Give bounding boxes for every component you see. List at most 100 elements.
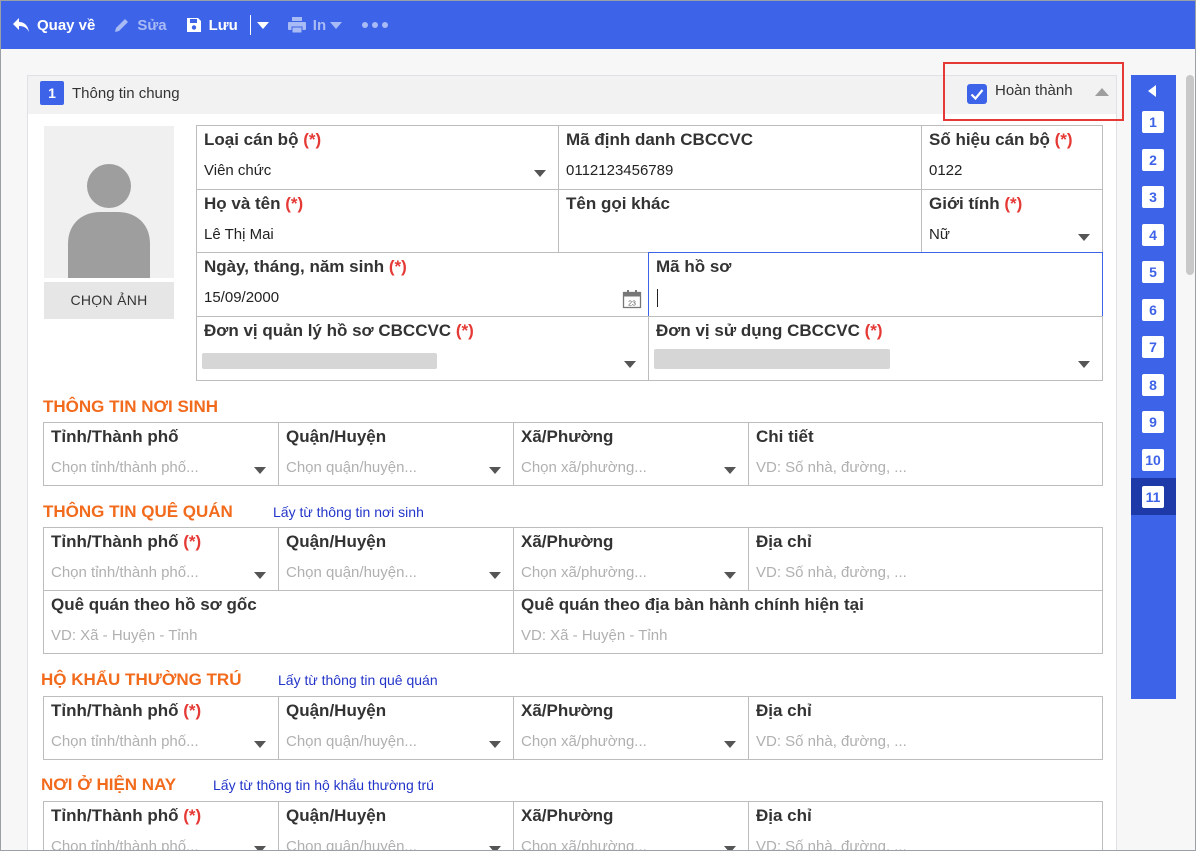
section-nav-item[interactable]: 11 xyxy=(1131,478,1176,515)
section-nav-item[interactable]: 4 xyxy=(1131,216,1176,253)
required-mark: (*) xyxy=(1004,194,1023,213)
current-district-field[interactable]: Quận/Huyện Chọn quận/huyện... xyxy=(278,801,514,851)
current-province-field[interactable]: Tỉnh/Thành phố (*) Chọn tỉnh/thành phố..… xyxy=(43,801,279,850)
chevron-down-icon xyxy=(724,846,736,850)
current-address-field[interactable]: Địa chỉ VD: Số nhà, đường, ... xyxy=(748,801,1103,851)
hometown-ward-field[interactable]: Xã/Phường Chọn xã/phường... xyxy=(513,527,749,591)
section-nav-item[interactable]: 3 xyxy=(1131,178,1176,215)
section-nav-item[interactable]: 7 xyxy=(1131,328,1176,365)
section-nav-number: 4 xyxy=(1142,223,1164,246)
section-nav-item[interactable]: 6 xyxy=(1131,291,1176,328)
app-window: Quay về Sửa Lưu In 1 Thông tin chung Hoà… xyxy=(0,0,1196,851)
field-label: Xã/Phường xyxy=(521,532,614,551)
field-placeholder: Chọn xã/phường... xyxy=(521,838,647,851)
residence-ward-field[interactable]: Xã/Phường Chọn xã/phường... xyxy=(513,696,749,760)
field-label: Họ và tên xyxy=(204,194,281,213)
chevron-down-icon xyxy=(254,572,266,579)
residence-province-field[interactable]: Tỉnh/Thành phố (*) Chọn tỉnh/thành phố..… xyxy=(43,696,279,760)
scrollbar[interactable] xyxy=(1186,75,1194,275)
section-nav-item[interactable]: 5 xyxy=(1131,253,1176,290)
birthplace-ward-field[interactable]: Xã/Phường Chọn xã/phường... xyxy=(513,422,749,486)
birthplace-district-field[interactable]: Quận/Huyện Chọn quận/huyện... xyxy=(278,422,514,486)
hometown-original-field[interactable]: Quê quán theo hồ sơ gốc VD: Xã - Huyện -… xyxy=(43,590,514,654)
field-placeholder: Chọn quận/huyện... xyxy=(286,564,417,581)
copy-from-birthplace-link[interactable]: Lấy từ thông tin nơi sinh xyxy=(273,504,424,520)
section-nav-number: 11 xyxy=(1142,486,1164,508)
field-placeholder: Chọn quận/huyện... xyxy=(286,838,417,851)
section-nav-number: 5 xyxy=(1142,261,1164,283)
staff-type-field[interactable]: Loại cán bộ (*) Viên chức xyxy=(196,125,559,190)
section-nav-item[interactable]: 2 xyxy=(1131,141,1176,178)
general-info-card: 1 Thông tin chung Hoàn thành CHỌN ẢNH Lo… xyxy=(27,62,1124,851)
section-nav-item[interactable]: 8 xyxy=(1131,366,1176,403)
field-label: Địa chỉ xyxy=(756,701,812,720)
calendar-icon[interactable]: 23 xyxy=(622,289,642,309)
other-name-field[interactable]: Tên gọi khác xyxy=(558,189,922,253)
field-label: Tên gọi khác xyxy=(566,194,670,213)
required-mark: (*) xyxy=(455,321,474,340)
choose-photo-button[interactable]: CHỌN ẢNH xyxy=(44,282,174,319)
field-placeholder: VD: Số nhà, đường, ... xyxy=(756,459,907,476)
field-value: Nữ xyxy=(929,226,950,243)
save-button[interactable]: Lưu xyxy=(185,1,238,49)
managing-unit-field[interactable]: Đơn vị quản lý hồ sơ CBCCVC (*) xyxy=(196,316,649,381)
complete-checkbox[interactable] xyxy=(967,84,987,104)
gender-field[interactable]: Giới tính (*) Nữ xyxy=(921,189,1103,253)
floppy-disk-icon xyxy=(186,18,201,32)
hometown-address-field[interactable]: Địa chỉ VD: Số nhà, đường, ... xyxy=(748,527,1103,591)
more-button[interactable] xyxy=(360,1,389,49)
checkmark-icon xyxy=(970,89,984,101)
birthplace-detail-field[interactable]: Chi tiết VD: Số nhà, đường, ... xyxy=(748,422,1103,486)
field-placeholder: Chọn tỉnh/thành phố... xyxy=(51,564,199,581)
collapse-up-icon[interactable] xyxy=(1095,88,1109,96)
field-label: Mã định danh CBCCVC xyxy=(566,130,753,149)
required-mark: (*) xyxy=(285,194,304,213)
field-label: Quê quán theo địa bàn hành chính hiện tạ… xyxy=(521,595,864,614)
section-nav-item[interactable]: 1 xyxy=(1131,103,1176,140)
hometown-current-field[interactable]: Quê quán theo địa bàn hành chính hiện tạ… xyxy=(513,590,1103,654)
hometown-province-field[interactable]: Tỉnh/Thành phố (*) Chọn tỉnh/thành phố..… xyxy=(43,527,279,591)
field-label: Quận/Huyện xyxy=(286,806,387,825)
using-unit-field[interactable]: Đơn vị sử dụng CBCCVC (*) xyxy=(648,316,1103,381)
residence-address-field[interactable]: Địa chỉ VD: Số nhà, đường, ... xyxy=(748,696,1103,760)
copy-from-hometown-link[interactable]: Lấy từ thông tin quê quán xyxy=(278,672,438,688)
chevron-down-icon xyxy=(724,572,736,579)
current-ward-field[interactable]: Xã/Phường Chọn xã/phường... xyxy=(513,801,749,851)
print-button[interactable]: In xyxy=(287,1,343,49)
back-button[interactable]: Quay về xyxy=(11,1,95,49)
edit-button[interactable]: Sửa xyxy=(113,1,167,49)
more-dots-icon xyxy=(362,22,389,28)
chevron-down-icon xyxy=(624,361,636,368)
content-area: 1 Thông tin chung Hoàn thành CHỌN ẢNH Lo… xyxy=(1,49,1195,851)
hometown-district-field[interactable]: Quận/Huyện Chọn quận/huyện... xyxy=(278,527,514,591)
field-label: Xã/Phường xyxy=(521,806,614,825)
birth-date-field[interactable]: Ngày, tháng, năm sinh (*) 15/09/2000 23 xyxy=(196,252,649,317)
staff-id-field[interactable]: Mã định danh CBCCVC 0112123456789 xyxy=(558,125,922,190)
printer-icon xyxy=(287,17,306,34)
staff-number-field[interactable]: Số hiệu cán bộ (*) 0122 xyxy=(921,125,1103,190)
required-mark: (*) xyxy=(388,257,407,276)
field-label: Tỉnh/Thành phố xyxy=(51,701,179,720)
residence-district-field[interactable]: Quận/Huyện Chọn quận/huyện... xyxy=(278,696,514,760)
chevron-down-icon xyxy=(254,846,266,850)
save-label: Lưu xyxy=(208,16,238,34)
field-value: 15/09/2000 xyxy=(204,289,280,306)
collapse-left-icon[interactable] xyxy=(1148,85,1156,97)
full-name-field[interactable]: Họ và tên (*) Lê Thị Mai xyxy=(196,189,559,253)
field-label: Xã/Phường xyxy=(521,427,614,446)
record-code-field[interactable]: Mã hồ sơ xyxy=(648,252,1103,317)
field-placeholder: VD: Số nhà, đường, ... xyxy=(756,838,907,851)
toolbar: Quay về Sửa Lưu In xyxy=(1,1,1195,49)
required-mark: (*) xyxy=(864,321,883,340)
birthplace-province-field[interactable]: Tỉnh/Thành phố Chọn tỉnh/thành phố... xyxy=(43,422,279,486)
chevron-down-icon xyxy=(534,170,546,177)
toolbar-divider xyxy=(249,15,251,35)
section-nav-item[interactable]: 9 xyxy=(1131,403,1176,440)
save-dropdown-button[interactable] xyxy=(256,1,269,49)
back-label: Quay về xyxy=(37,16,96,34)
section-nav-item[interactable]: 10 xyxy=(1131,441,1176,478)
required-mark: (*) xyxy=(183,532,202,551)
text-cursor xyxy=(657,289,658,307)
hometown-section-title: THÔNG TIN QUÊ QUÁN xyxy=(43,502,233,521)
copy-from-residence-link[interactable]: Lấy từ thông tin hộ khẩu thường trú xyxy=(213,777,434,793)
